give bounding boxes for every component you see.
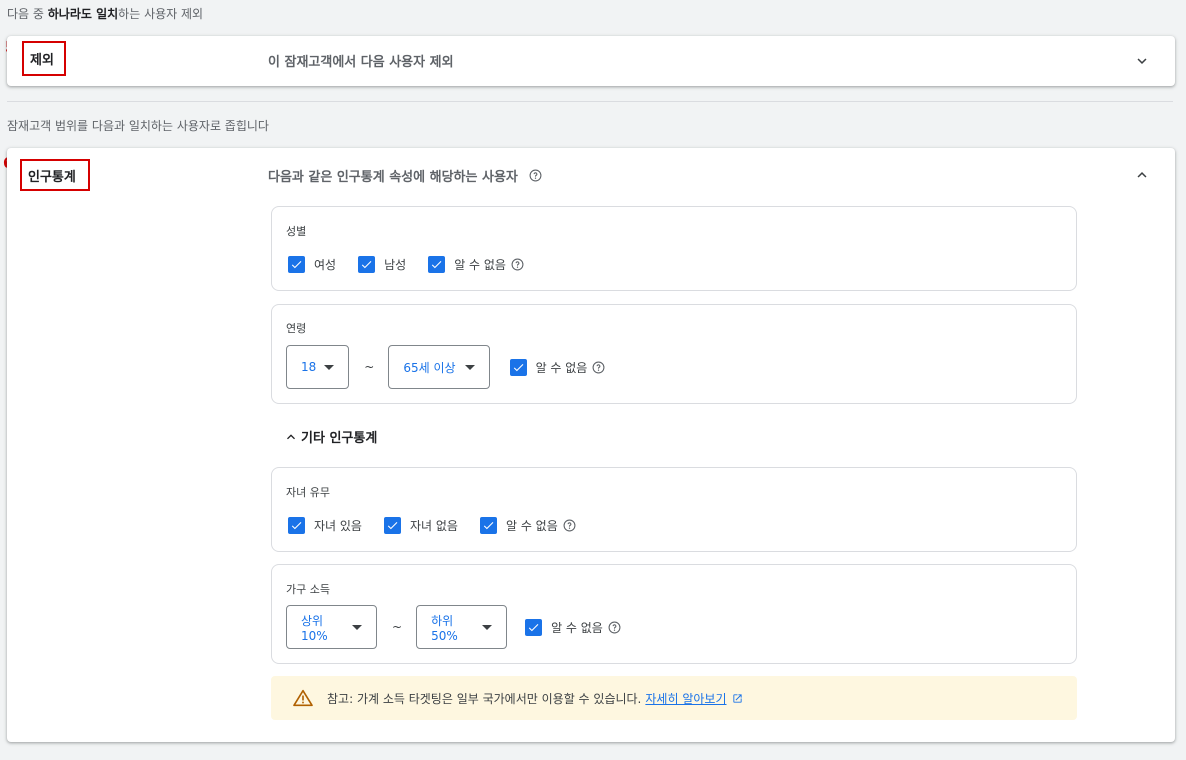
- age-panel: 연령 18 ~ 65세 이상 알 수 없음: [271, 304, 1077, 404]
- dropdown-arrow-icon: [324, 364, 335, 370]
- chevron-up-icon: [287, 433, 295, 439]
- help-icon[interactable]: [563, 519, 576, 532]
- income-notice: 참고: 가계 소득 타겟팅은 일부 국가에서만 이용할 수 있습니다. 자세히 …: [271, 676, 1077, 720]
- check-icon: [525, 618, 543, 636]
- other-demographics-toggle[interactable]: 기타 인구통계: [283, 427, 377, 446]
- check-icon: [383, 517, 401, 534]
- demographics-label: 인구통계: [20, 159, 90, 191]
- age-range: 18 ~ 65세 이상 알 수 없음: [286, 345, 627, 389]
- parent-yes-checkbox[interactable]: 자녀 있음: [288, 517, 362, 534]
- age-to-dropdown[interactable]: 65세 이상: [388, 345, 490, 389]
- income-to-dropdown[interactable]: 하위 50%: [416, 605, 508, 649]
- age-unknown-checkbox[interactable]: 알 수 없음: [509, 358, 606, 376]
- warning-icon: [293, 689, 313, 707]
- gender-male-checkbox[interactable]: 남성: [358, 256, 406, 273]
- income-tilde: ~: [392, 620, 403, 634]
- help-icon[interactable]: [529, 169, 542, 182]
- parental-panel: 자녀 유무 자녀 있음 자녀 없음 알 수 없음: [271, 467, 1077, 552]
- parent-unknown-checkbox[interactable]: 알 수 없음: [479, 517, 576, 534]
- income-panel: 가구 소득 상위 10% ~ 하위 50% 알 수 없음: [271, 564, 1077, 664]
- age-title: 연령: [286, 322, 307, 335]
- dropdown-arrow-icon: [352, 624, 362, 630]
- divider: [7, 101, 1173, 102]
- narrow-text: 잠재고객 범위를 다음과 일치하는 사용자로 좁힙니다: [7, 119, 269, 133]
- income-from-dropdown[interactable]: 상위 10%: [286, 605, 377, 649]
- learn-more-link[interactable]: 자세히 알아보기: [645, 690, 726, 707]
- income-title: 가구 소득: [286, 583, 330, 596]
- income-unknown-checkbox[interactable]: 알 수 없음: [525, 618, 621, 636]
- exclude-intro: 다음 중 하나라도 일치하는 사용자 제외: [7, 7, 204, 21]
- income-range: 상위 10% ~ 하위 50% 알 수 없음: [286, 605, 643, 649]
- gender-panel: 성별 여성 남성 알 수 없음: [271, 206, 1077, 291]
- chevron-down-icon[interactable]: [1133, 52, 1151, 70]
- gender-female-checkbox[interactable]: 여성: [288, 256, 336, 273]
- parental-options: 자녀 있음 자녀 없음 알 수 없음: [288, 517, 598, 534]
- gender-title: 성별: [286, 225, 307, 238]
- notice-text: 참고: 가계 소득 타겟팅은 일부 국가에서만 이용할 수 있습니다.: [327, 691, 642, 706]
- dropdown-arrow-icon: [464, 364, 475, 370]
- dropdown-arrow-icon: [482, 624, 493, 630]
- exclude-label: 제외: [22, 41, 66, 76]
- check-icon: [479, 517, 497, 534]
- age-tilde: ~: [364, 360, 375, 374]
- parent-no-checkbox[interactable]: 자녀 없음: [383, 517, 458, 534]
- external-link-icon[interactable]: [732, 693, 743, 704]
- exclude-card[interactable]: 이 잠재고객에서 다음 사용자 제외: [7, 36, 1175, 86]
- parental-title: 자녀 유무: [286, 486, 330, 499]
- help-icon[interactable]: [511, 258, 524, 271]
- chevron-up-icon[interactable]: [1133, 166, 1151, 184]
- check-icon: [288, 517, 305, 534]
- check-icon: [509, 358, 527, 376]
- help-icon[interactable]: [592, 361, 605, 374]
- check-icon: [358, 256, 376, 273]
- check-icon: [288, 256, 305, 273]
- check-icon: [428, 256, 446, 273]
- gender-options: 여성 남성 알 수 없음: [288, 256, 546, 273]
- help-icon[interactable]: [608, 621, 621, 634]
- exclude-description: 이 잠재고객에서 다음 사용자 제외: [268, 55, 454, 70]
- demographics-description: 다음과 같은 인구통계 속성에 해당하는 사용자: [268, 166, 542, 185]
- gender-unknown-checkbox[interactable]: 알 수 없음: [428, 256, 524, 273]
- age-from-dropdown[interactable]: 18: [286, 345, 350, 389]
